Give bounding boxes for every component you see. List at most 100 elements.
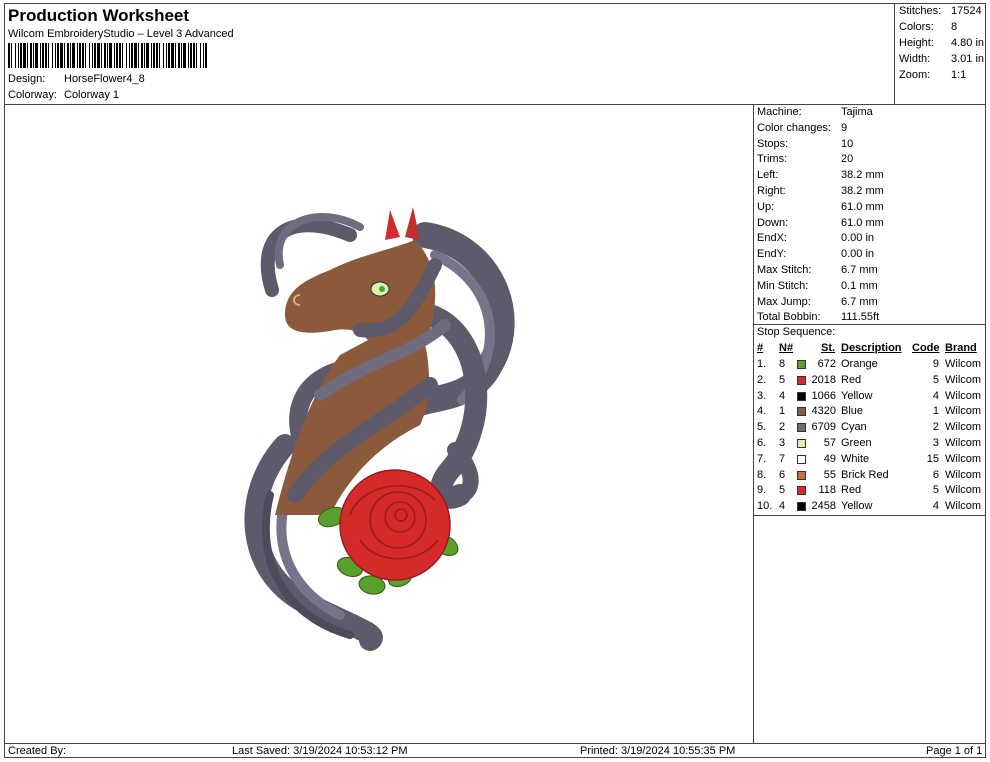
embroidery-design-preview [244, 207, 515, 651]
footer-last-saved: Last Saved: 3/19/2024 10:53:12 PM [232, 745, 408, 757]
spec-row: EndX: 0.00 in [757, 232, 875, 245]
seq-row-stitches: 118 [818, 484, 836, 497]
sequence-divider-bottom [754, 515, 986, 516]
spec-row: Total Bobbin: 111.55ft [757, 311, 880, 324]
stat-height: Height: 4.80 in [899, 37, 985, 49]
seq-row-code: 5 [932, 373, 939, 386]
spec-row: Min Stitch: 0.1 mm [757, 279, 878, 292]
col-header-stitches: St. [821, 342, 836, 354]
barcode-icon [8, 43, 207, 68]
seq-row-code: 4 [932, 389, 939, 402]
seq-row-code: 15 [926, 452, 939, 465]
seq-row-code: 3 [932, 437, 939, 449]
seq-row-description: White [841, 452, 870, 465]
footer-divider [4, 743, 986, 744]
col-header-brand: Brand [945, 342, 977, 354]
spec-row: EndY: 0.00 in [757, 248, 875, 261]
seq-row-brand: Wilcom [945, 373, 982, 386]
color-swatch-icon [797, 423, 806, 433]
seq-row-index: 2. [757, 373, 767, 386]
color-swatch-icon [797, 375, 806, 385]
seq-row-index: 4. [757, 405, 767, 418]
seq-row-brand: Wilcom [945, 358, 982, 370]
color-swatch-icon [797, 470, 806, 480]
seq-row-code: 4 [932, 500, 939, 513]
col-header-description: Description [841, 342, 902, 354]
rose-flower [339, 469, 451, 581]
specs-panel: Machine: Tajima Color changes: 9 Stops: 10 Tri… [753, 104, 986, 744]
seq-row-brand: Wilcom [945, 484, 982, 497]
spec-row: Stops: 10 [757, 137, 854, 150]
seq-row-stitches: 4320 [811, 405, 836, 418]
design-label: Design: [8, 73, 46, 85]
seq-row-index: 6. [757, 437, 767, 449]
seq-row-index: 5. [757, 421, 767, 434]
colorway-label: Colorway: [8, 89, 57, 101]
seq-row-description: Yellow [841, 500, 873, 513]
seq-row-description: Blue [841, 405, 864, 418]
seq-row-index: 3. [757, 389, 767, 402]
horse-ear-left [385, 210, 400, 240]
seq-row-stitches: 672 [817, 358, 836, 370]
page-title: Production Worksheet [8, 6, 190, 25]
spec-row: Down: 61.0 mm [757, 216, 884, 229]
seq-row-needle: 5 [779, 484, 786, 497]
color-swatch-icon [797, 391, 806, 401]
seq-row-code: 2 [932, 421, 939, 434]
spec-row: Max Jump: 6.7 mm [757, 295, 878, 308]
seq-row-brand: Wilcom [945, 437, 982, 449]
spec-row: Left: 38.2 mm [757, 169, 884, 182]
seq-row-stitches: 1066 [811, 389, 836, 402]
seq-row-needle: 5 [779, 373, 786, 386]
stat-stitches: Stitches: 17524 [899, 5, 982, 17]
seq-row-index: 8. [757, 468, 767, 481]
seq-row-needle: 3 [779, 437, 786, 449]
color-swatch-icon [797, 360, 806, 369]
horse-pupil [379, 286, 385, 292]
spec-row: Max Stitch: 6.7 mm [757, 264, 878, 276]
seq-row-needle: 1 [779, 405, 786, 418]
seq-row-code: 9 [932, 358, 939, 370]
seq-row-code: 6 [932, 468, 939, 481]
col-header-needle: N# [779, 342, 794, 354]
colorway-name: Colorway 1 [64, 89, 120, 101]
seq-row-description: Green [841, 437, 872, 449]
seq-row-brand: Wilcom [945, 500, 982, 513]
color-swatch-icon [797, 454, 806, 464]
seq-row-stitches: 55 [823, 468, 836, 481]
color-swatch-icon [797, 407, 806, 417]
seq-row-index: 7. [757, 452, 767, 465]
seq-row-needle: 4 [779, 389, 786, 402]
seq-row-needle: 6 [779, 468, 786, 481]
seq-row-needle: 4 [779, 500, 786, 513]
spec-row: Machine: Tajima [757, 106, 873, 118]
seq-row-stitches: 57 [823, 437, 836, 449]
spec-row: Up: 61.0 mm [757, 200, 884, 213]
seq-row-needle: 2 [779, 421, 786, 434]
footer-created-by: Created By: [8, 745, 67, 757]
footer-page-number: Page 1 of 1 [926, 745, 983, 757]
seq-row-index: 9. [757, 484, 767, 497]
seq-row-index: 1. [757, 358, 767, 370]
stop-sequence-title: Stop Sequence: [757, 326, 836, 338]
color-swatch-icon [797, 439, 806, 448]
seq-row-needle: 8 [779, 358, 786, 370]
spec-row: Color changes: 9 [757, 121, 848, 134]
footer-printed: Printed: 3/19/2024 10:55:35 PM [580, 745, 736, 757]
software-name: Wilcom EmbroideryStudio – Level 3 Advanc… [8, 28, 234, 40]
seq-row-stitches: 6709 [811, 421, 836, 434]
seq-row-brand: Wilcom [945, 452, 982, 465]
seq-row-code: 5 [932, 484, 939, 497]
col-header-num: # [757, 342, 764, 354]
seq-row-index: 10. [757, 500, 773, 513]
spec-row: Trims: 20 [757, 153, 854, 166]
seq-row-brand: Wilcom [945, 421, 982, 434]
seq-row-needle: 7 [779, 452, 786, 465]
seq-row-description: Brick Red [841, 468, 889, 481]
color-swatch-icon [797, 502, 806, 512]
seq-row-description: Yellow [841, 389, 873, 402]
stat-zoom: Zoom: 1:1 [899, 69, 967, 81]
seq-row-stitches: 2018 [811, 373, 836, 386]
seq-row-description: Orange [841, 358, 878, 370]
seq-row-brand: Wilcom [945, 468, 982, 481]
